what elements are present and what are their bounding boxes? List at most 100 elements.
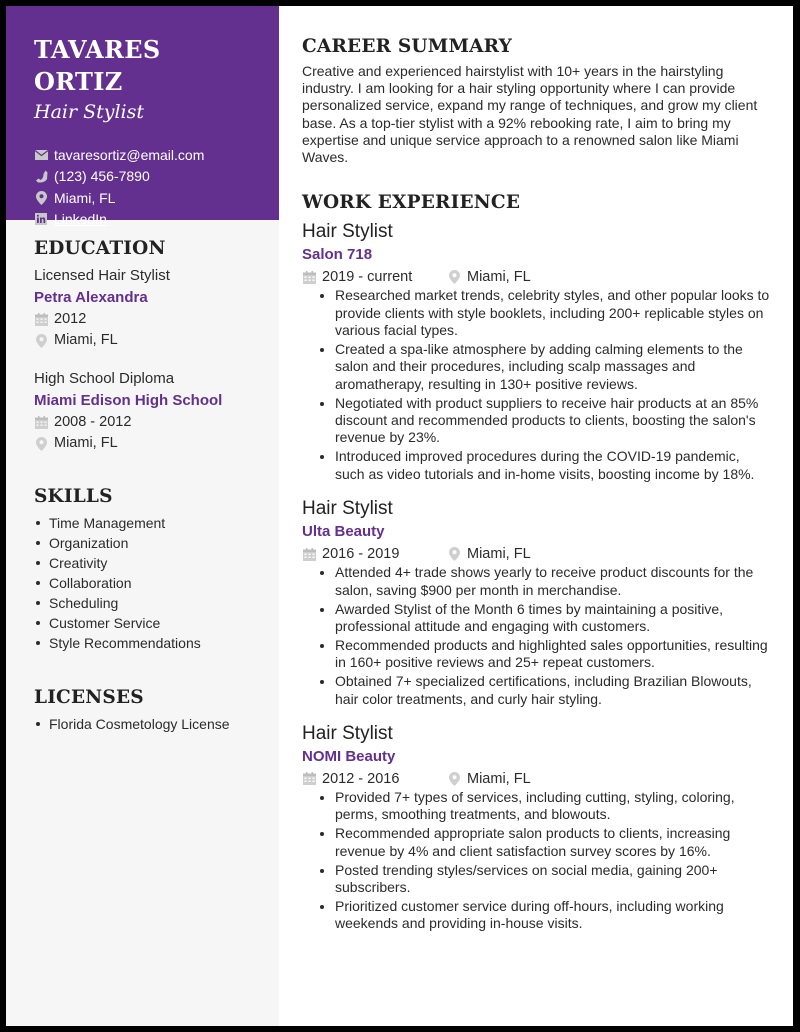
map-pin-icon bbox=[447, 270, 461, 285]
calendar-icon bbox=[302, 270, 316, 284]
skill-item: Collaboration bbox=[34, 573, 279, 593]
job-bullet: Posted trending styles/services on socia… bbox=[320, 862, 772, 897]
email-text[interactable]: tavaresortiz@email.com bbox=[54, 147, 204, 163]
job-bullets: Provided 7+ types of services, including… bbox=[302, 789, 772, 933]
job-bullet: Awarded Stylist of the Month 6 times by … bbox=[320, 601, 772, 636]
experience-section: WORK EXPERIENCE Hair Stylist Salon 718 2… bbox=[302, 190, 772, 932]
contact-phone[interactable]: (123) 456-7890 bbox=[34, 166, 251, 188]
education-dates-text: 2008 - 2012 bbox=[54, 414, 132, 430]
job-bullet: Recommended products and highlighted sal… bbox=[320, 637, 772, 672]
map-pin-icon bbox=[34, 333, 48, 348]
education-dates: 2012 bbox=[34, 309, 279, 330]
job-title: Hair Stylist bbox=[302, 221, 393, 243]
licenses-section: LICENSES Florida Cosmetology License bbox=[34, 685, 279, 734]
contact-email[interactable]: tavaresortiz@email.com bbox=[34, 144, 251, 166]
job-bullets: Attended 4+ trade shows yearly to receiv… bbox=[302, 564, 772, 708]
summary-heading: CAREER SUMMARY bbox=[302, 36, 513, 57]
skills-list: Time Management Organization Creativity … bbox=[34, 513, 279, 653]
education-item: Licensed Hair Stylist Petra Alexandra 20… bbox=[34, 265, 279, 351]
education-location-text: Miami, FL bbox=[54, 435, 118, 451]
skills-heading: SKILLS bbox=[34, 486, 113, 507]
sidebar-body: EDUCATION Licensed Hair Stylist Petra Al… bbox=[6, 220, 279, 734]
skills-section: SKILLS Time Management Organization Crea… bbox=[34, 484, 279, 653]
licenses-heading: LICENSES bbox=[34, 687, 144, 708]
calendar-icon bbox=[34, 313, 48, 326]
skill-item: Style Recommendations bbox=[34, 633, 279, 653]
summary-section: CAREER SUMMARY Creative and experienced … bbox=[302, 34, 772, 166]
job-bullet: Recommended appropriate salon products t… bbox=[320, 825, 772, 860]
job-location-text: Miami, FL bbox=[467, 269, 531, 286]
contact-list: tavaresortiz@email.com (123) 456-7890 Mi… bbox=[34, 144, 251, 230]
map-pin-icon bbox=[34, 436, 48, 451]
skill-item: Time Management bbox=[34, 513, 279, 533]
map-pin-icon bbox=[34, 190, 48, 205]
job-dates: 2016 - 2019 bbox=[302, 544, 447, 564]
header-block: TAVARES ORTIZ Hair Stylist tavaresortiz@… bbox=[6, 6, 279, 227]
calendar-icon bbox=[34, 416, 48, 429]
skill-item: Creativity bbox=[34, 553, 279, 573]
calendar-icon bbox=[302, 772, 316, 786]
job-location-text: Miami, FL bbox=[467, 546, 531, 563]
job-dates-text: 2019 - current bbox=[322, 269, 413, 286]
licenses-list: Florida Cosmetology License bbox=[34, 714, 279, 734]
skill-item: Organization bbox=[34, 533, 279, 553]
job-title: Hair Stylist bbox=[302, 498, 393, 520]
education-section: EDUCATION Licensed Hair Stylist Petra Al… bbox=[34, 236, 279, 454]
job-location: Miami, FL bbox=[447, 769, 531, 789]
job-bullet: Created a spa-like atmosphere by adding … bbox=[320, 341, 772, 393]
sidebar: TAVARES ORTIZ Hair Stylist tavaresortiz@… bbox=[6, 6, 279, 1026]
resume-page: TAVARES ORTIZ Hair Stylist tavaresortiz@… bbox=[6, 6, 793, 1026]
education-heading: EDUCATION bbox=[34, 238, 166, 259]
education-item: High School Diploma Miami Edison High Sc… bbox=[34, 368, 279, 454]
education-location: Miami, FL bbox=[34, 433, 279, 454]
job-location-text: Miami, FL bbox=[467, 770, 531, 787]
candidate-name: TAVARES ORTIZ bbox=[34, 35, 161, 96]
job-dates-text: 2016 - 2019 bbox=[322, 546, 400, 563]
job-bullet: Introduced improved procedures during th… bbox=[320, 448, 772, 483]
education-dates: 2008 - 2012 bbox=[34, 412, 279, 433]
job-bullet: Researched market trends, celebrity styl… bbox=[320, 287, 772, 339]
skill-item: Customer Service bbox=[34, 613, 279, 633]
main-column: CAREER SUMMARY Creative and experienced … bbox=[302, 6, 772, 934]
education-degree: Licensed Hair Stylist bbox=[34, 267, 170, 284]
job-entry: Hair Stylist NOMI Beauty 2012 - 2016 Mia… bbox=[302, 722, 772, 933]
education-school: Petra Alexandra bbox=[34, 289, 148, 306]
envelope-icon bbox=[34, 148, 48, 162]
job-bullets: Researched market trends, celebrity styl… bbox=[302, 287, 772, 483]
phone-text[interactable]: (123) 456-7890 bbox=[54, 168, 150, 184]
job-company: Ulta Beauty bbox=[302, 523, 385, 541]
experience-heading: WORK EXPERIENCE bbox=[302, 192, 521, 214]
job-company: NOMI Beauty bbox=[302, 747, 396, 765]
job-dates-text: 2012 - 2016 bbox=[322, 770, 400, 787]
job-meta: 2012 - 2016 Miami, FL bbox=[302, 769, 772, 789]
contact-location: Miami, FL bbox=[34, 187, 251, 209]
phone-icon bbox=[34, 169, 48, 183]
job-meta: 2019 - current Miami, FL bbox=[302, 267, 772, 287]
license-item: Florida Cosmetology License bbox=[34, 714, 279, 734]
location-text: Miami, FL bbox=[54, 189, 116, 206]
job-location: Miami, FL bbox=[447, 267, 531, 287]
candidate-title: Hair Stylist bbox=[34, 101, 145, 123]
summary-text: Creative and experienced hairstylist wit… bbox=[302, 63, 758, 166]
job-bullet: Prioritized customer service during off-… bbox=[320, 898, 772, 933]
education-location-text: Miami, FL bbox=[54, 332, 118, 348]
calendar-icon bbox=[302, 547, 316, 561]
education-dates-text: 2012 bbox=[54, 311, 87, 327]
education-degree: High School Diploma bbox=[34, 370, 175, 387]
job-bullet: Obtained 7+ specialized certifications, … bbox=[320, 673, 772, 708]
job-bullet: Attended 4+ trade shows yearly to receiv… bbox=[320, 564, 772, 599]
linkedin-icon bbox=[34, 212, 48, 226]
education-school: Miami Edison High School bbox=[34, 392, 223, 409]
job-entry: Hair Stylist Salon 718 2019 - current Mi… bbox=[302, 220, 772, 483]
job-company: Salon 718 bbox=[302, 246, 373, 264]
map-pin-icon bbox=[447, 771, 461, 786]
job-entry: Hair Stylist Ulta Beauty 2016 - 2019 Mia… bbox=[302, 497, 772, 708]
job-bullet: Provided 7+ types of services, including… bbox=[320, 789, 772, 824]
linkedin-link[interactable]: LinkedIn bbox=[54, 211, 107, 227]
education-location: Miami, FL bbox=[34, 330, 279, 351]
job-meta: 2016 - 2019 Miami, FL bbox=[302, 544, 772, 564]
job-dates: 2019 - current bbox=[302, 267, 447, 287]
job-bullet: Negotiated with product suppliers to rec… bbox=[320, 395, 772, 447]
job-title: Hair Stylist bbox=[302, 722, 393, 744]
job-location: Miami, FL bbox=[447, 544, 531, 564]
